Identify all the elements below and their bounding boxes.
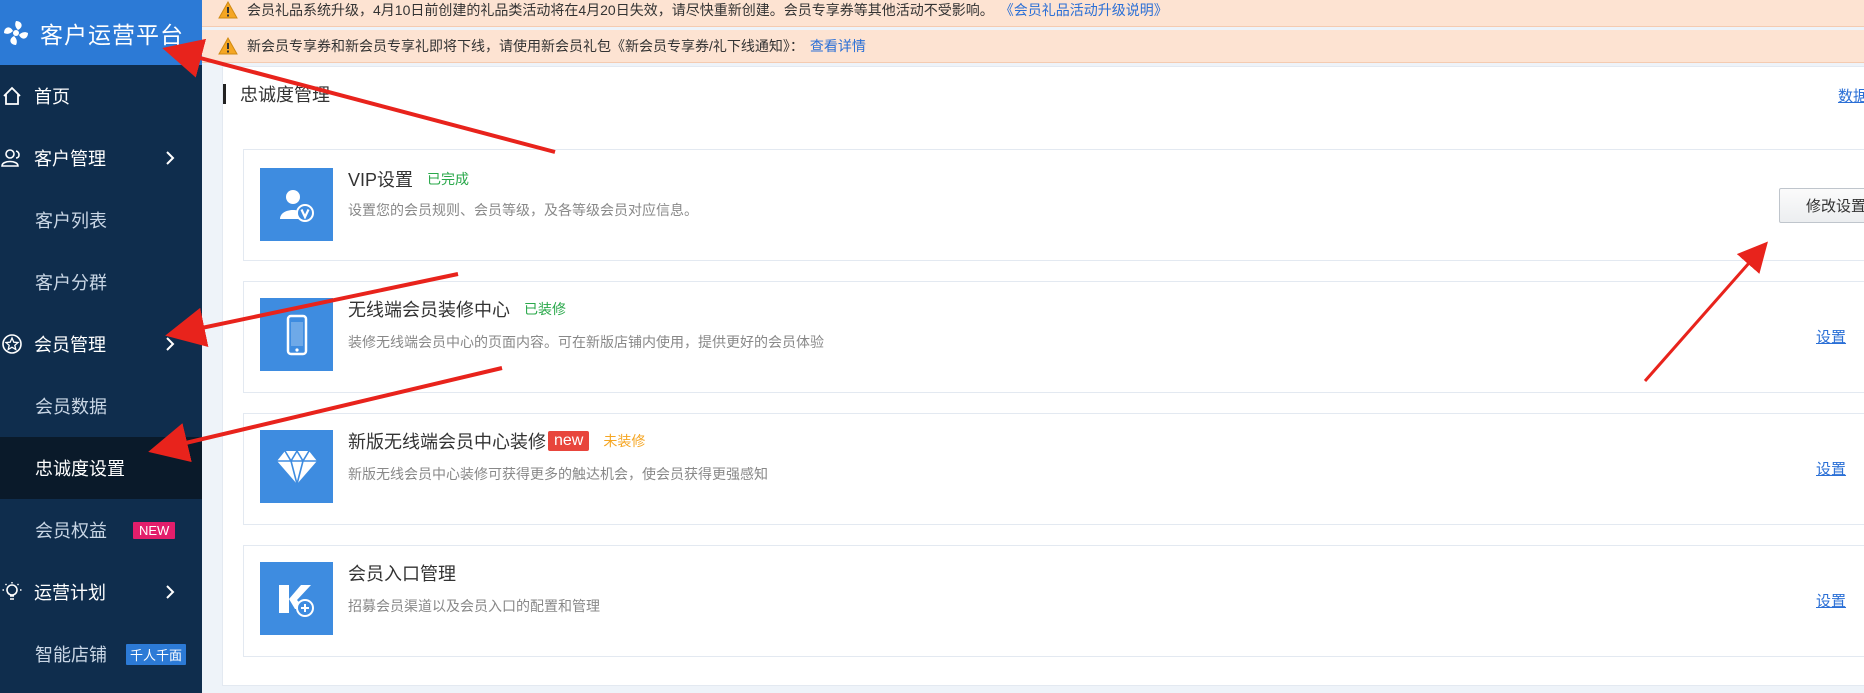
lightbulb-icon [0,580,24,604]
vip-settings-card: VIP设置 已完成 设置您的会员规则、会员等级，及各等级会员对应信息。 修改设置 [243,149,1864,261]
warning-icon [218,37,238,55]
notice-text: 新会员专享券和新会员专享礼即将下线，请使用新会员礼包《新会员专享券/礼下线通知》… [247,38,804,54]
panel-header: 忠诚度管理 [223,83,330,105]
warning-icon [218,1,238,19]
card-description: 设置您的会员规则、会员等级，及各等级会员对应信息。 [348,202,698,218]
card-title: 会员入口管理 [348,564,456,584]
sidebar-item-loyalty-settings[interactable]: 忠诚度设置 [0,437,202,499]
modify-settings-button[interactable]: 修改设置 [1779,188,1864,223]
main-content: 会员礼品系统升级，4月10日前创建的礼品类活动将在4月20日失效，请尽快重新创建… [202,0,1864,693]
card-title-row: 无线端会员装修中心 已装修 [348,296,566,322]
sidebar-item-member-data[interactable]: 会员数据 [0,375,202,437]
logo-icon [0,17,32,49]
sidebar-item-label: 会员数据 [35,397,107,417]
settings-link[interactable]: 设置 [1816,458,1846,479]
card-title: 无线端会员装修中心 [348,300,510,320]
chevron-right-icon [160,148,180,168]
sidebar-item-label: 忠诚度设置 [35,459,125,479]
status-badge: 已装修 [524,301,566,317]
sidebar-item-label: 会员管理 [34,335,106,355]
card-title-row: 会员入口管理 [348,560,456,586]
new-tag: new [548,431,590,451]
settings-link[interactable]: 设置 [1816,326,1846,347]
diamond-icon [260,430,333,503]
notice-bar: 新会员专享券和新会员专享礼即将下线，请使用新会员礼包《新会员专享券/礼下线通知》… [202,30,1864,63]
member-entry-card: 会员入口管理 招募会员渠道以及会员入口的配置和管理 设置 [243,545,1864,657]
new-badge: NEW [133,521,176,539]
sidebar-item-label: 首页 [34,87,70,107]
card-description: 新版无线会员中心装修可获得更多的触达机会，使会员获得更强感知 [348,466,768,482]
sidebar-item-operation-plan[interactable]: 运营计划 [0,561,202,623]
sidebar-item-label: 运营计划 [34,583,106,603]
sidebar-item-smart-store[interactable]: 智能店铺 千人千面 [0,623,202,685]
card-description: 招募会员渠道以及会员入口的配置和管理 [348,598,600,614]
sidebar-item-label: 客户列表 [35,211,107,231]
card-title-row: 新版无线端会员中心装修 new 未装修 [348,428,645,454]
card-title: VIP设置 [348,170,414,190]
chevron-right-icon [160,334,180,354]
sidebar-item-label: 客户分群 [35,273,107,293]
sidebar-item-label: 智能店铺 [35,645,107,665]
home-icon [0,84,24,108]
sidebar-nav: 首页 客户管理 客户列表 客户分群 会员管理 会员数据 忠诚度设置 会员权益 N… [0,65,202,685]
loyalty-panel: 忠诚度管理 数据设 VIP设置 已完成 设置您的会员规则、会员等级，及各等级会员… [222,66,1864,686]
wireless-decoration-card: 无线端会员装修中心 已装修 装修无线端会员中心的页面内容。可在新版店铺内使用，提… [243,281,1864,393]
sidebar-item-member-management[interactable]: 会员管理 [0,313,202,375]
sidebar-item-member-benefits[interactable]: 会员权益 NEW [0,499,202,561]
sidebar-item-label: 客户管理 [34,149,106,169]
sidebar-item-customer-groups[interactable]: 客户分群 [0,251,202,313]
notice-link[interactable]: 查看详情 [810,36,866,56]
mobile-phone-icon [260,298,333,371]
vip-user-icon [260,168,333,241]
users-icon [0,146,24,170]
sidebar-item-customer-list[interactable]: 客户列表 [0,189,202,251]
notice-text: 会员礼品系统升级，4月10日前创建的礼品类活动将在4月20日失效，请尽快重新创建… [247,2,994,18]
notice-bar: 会员礼品系统升级，4月10日前创建的礼品类活动将在4月20日失效，请尽快重新创建… [202,0,1864,27]
personalization-badge: 千人千面 [126,643,187,665]
status-badge: 未装修 [603,433,646,449]
page-title: 忠诚度管理 [240,85,330,105]
member-entry-icon [260,562,333,635]
star-circle-icon [0,332,24,356]
sidebar-item-customer-management[interactable]: 客户管理 [0,127,202,189]
brand-header[interactable]: 客户运营平台 [0,0,202,65]
sidebar-item-home[interactable]: 首页 [0,65,202,127]
card-description: 装修无线端会员中心的页面内容。可在新版店铺内使用，提供更好的会员体验 [348,334,824,350]
new-wireless-decoration-card: 新版无线端会员中心装修 new 未装修 新版无线会员中心装修可获得更多的触达机会… [243,413,1864,525]
status-badge: 已完成 [427,171,470,187]
header-accent-bar [223,84,226,104]
app-title: 客户运营平台 [40,21,184,48]
data-settings-link[interactable]: 数据设 [1838,85,1864,106]
sidebar: 客户运营平台 首页 客户管理 客户列表 客户分群 会员管理 会员数据 忠诚度设置… [0,0,202,693]
settings-link[interactable]: 设置 [1816,590,1846,611]
chevron-right-icon [160,582,180,602]
card-title: 新版无线端会员中心装修 [348,432,546,452]
card-title-row: VIP设置 已完成 [348,166,469,192]
sidebar-item-label: 会员权益 [35,521,107,541]
notice-link[interactable]: 《会员礼品活动升级说明》 [1000,0,1168,20]
